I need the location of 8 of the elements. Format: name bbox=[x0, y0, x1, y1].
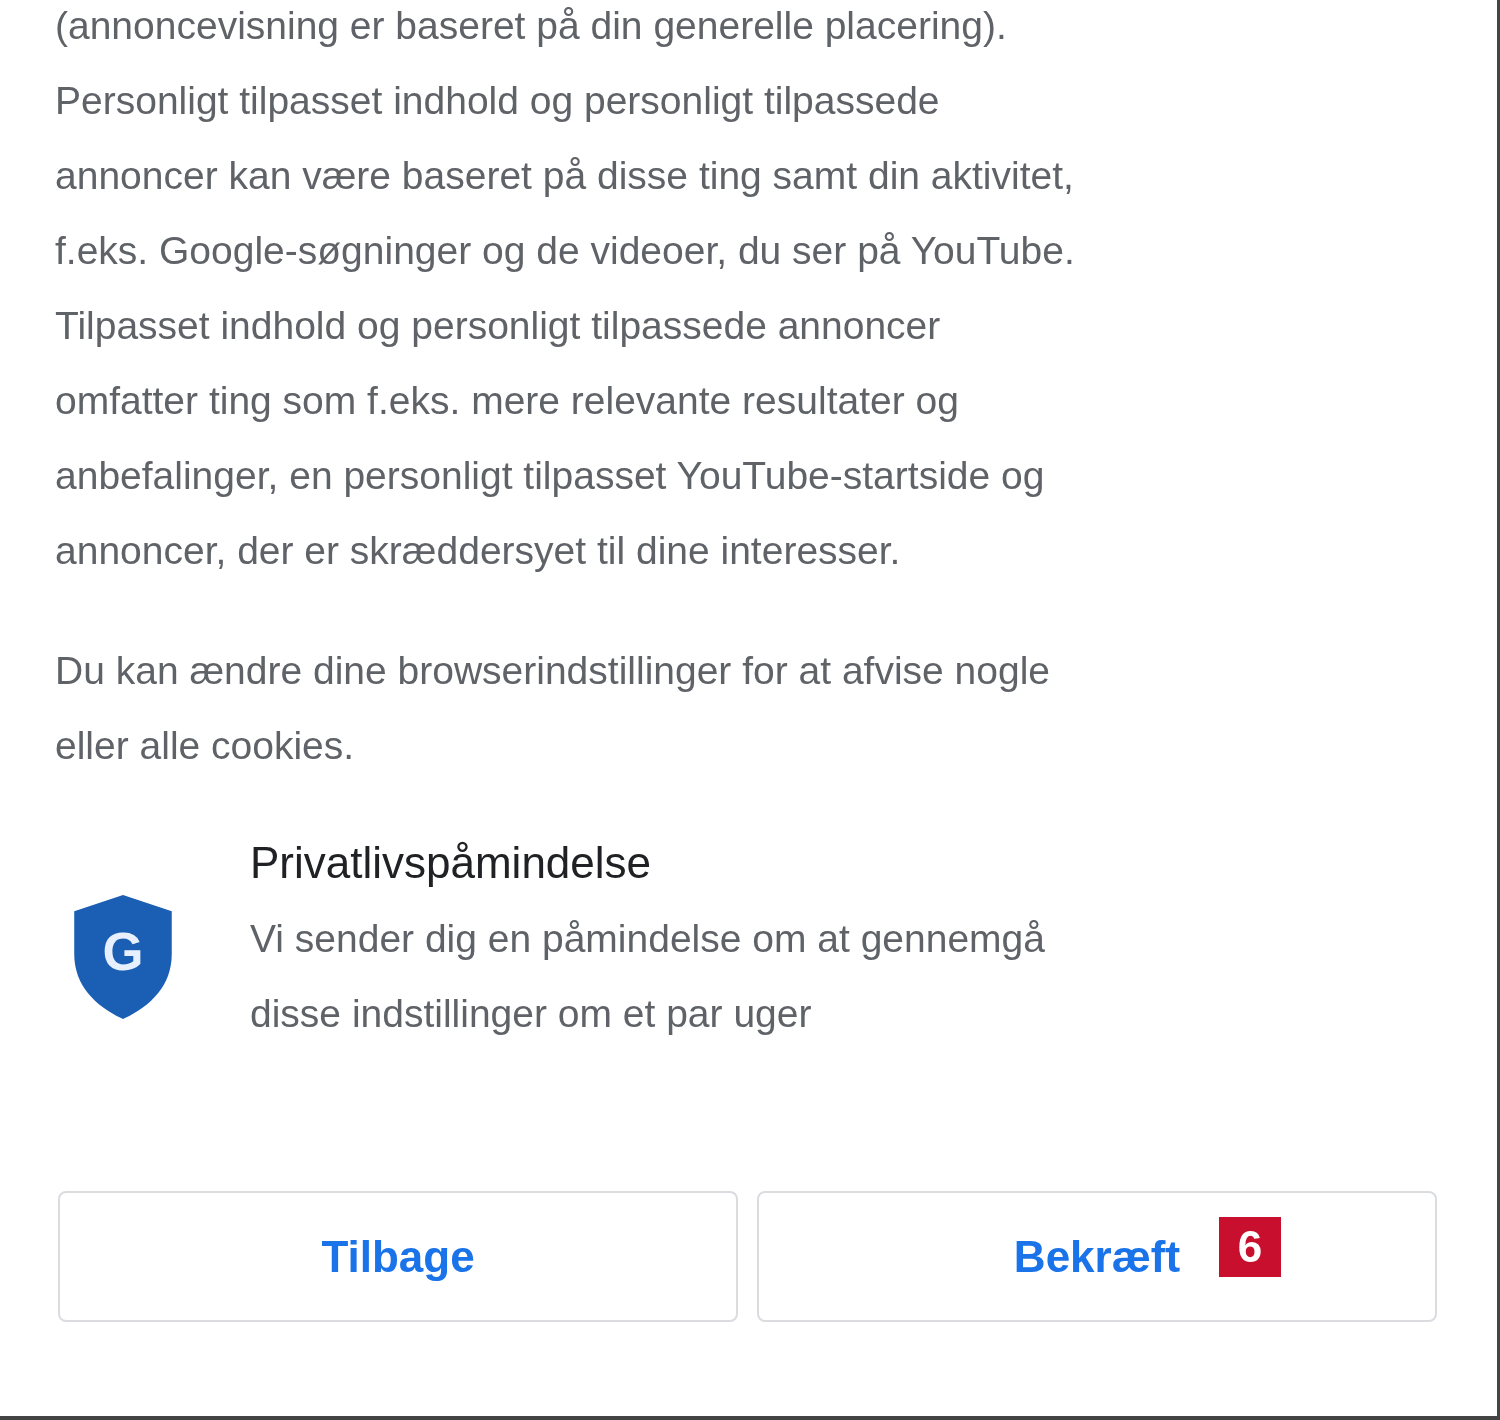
body-paragraph: (annoncevisning er baseret på din generelle placering). Personligt tilpasset indhold og personligt tilpassede annoncer kan være baseret på disse ting samt din aktivitet, f.eks. Google-søgninger og de videoer, du ser på YouTube. Tilpasset indhold og personligt tilpassede annoncer omfatter ting som f.eks. mere relevante resultater og anbefalinger, en personligt tilpasset YouTube-startside og annoncer, der er skræddersyet til dine interesser. bbox=[55, 3, 1075, 574]
back-button[interactable]: Tilbage bbox=[58, 1191, 738, 1322]
step-badge: 6 bbox=[1219, 1217, 1281, 1277]
reminder-title: Privatlivspåmindelse bbox=[250, 837, 652, 889]
reminder-description: Vi sender dig en påmindelse om at gennemgå disse indstillinger om et par uger bbox=[250, 916, 1045, 1037]
shield-icon: G bbox=[72, 893, 174, 1021]
body-paragraph: Du kan ændre dine browserindstillinger for at afvise nogle eller alle cookies. bbox=[55, 648, 1051, 769]
confirm-button[interactable]: Bekræft 6 bbox=[757, 1191, 1437, 1322]
